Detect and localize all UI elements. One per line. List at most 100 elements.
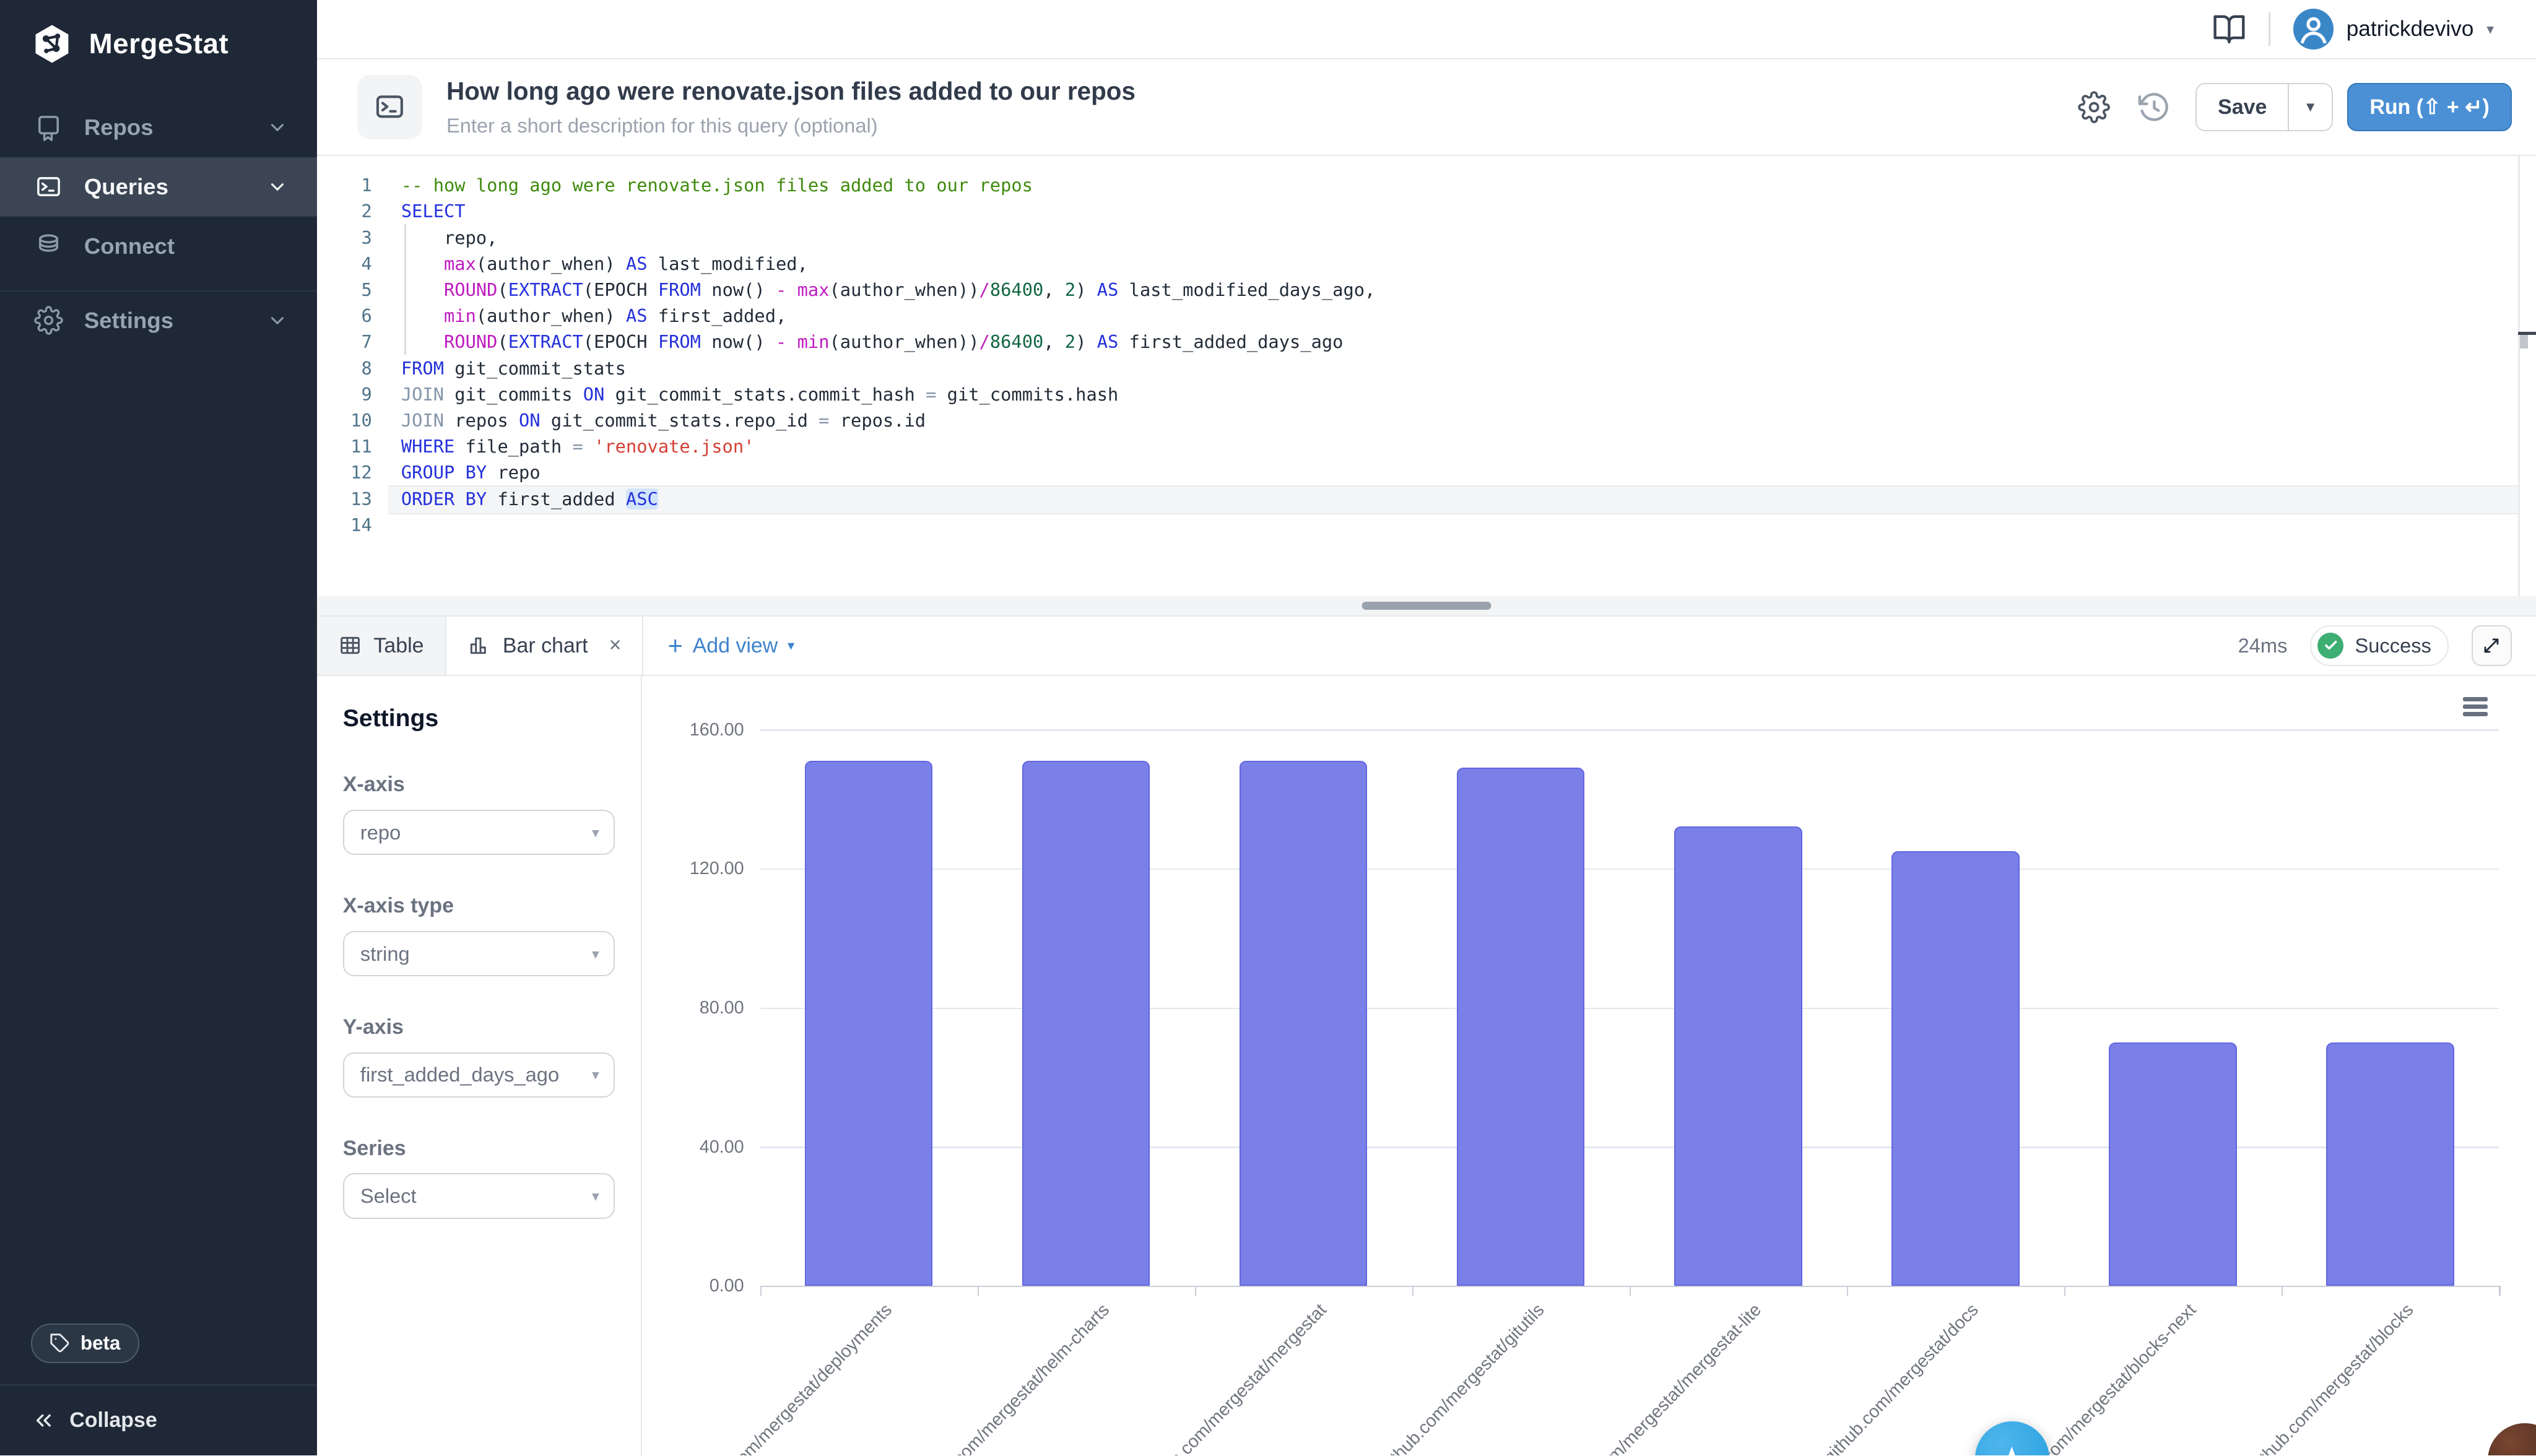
panel-resize-handle[interactable]	[317, 596, 2536, 617]
query-description-input[interactable]: Enter a short description for this query…	[446, 114, 2078, 137]
line-number: 14	[317, 512, 372, 538]
sidebar-item-connect[interactable]: Connect	[0, 216, 317, 275]
bar[interactable]	[1022, 761, 1150, 1286]
save-button-group: Save ▼	[2195, 83, 2333, 131]
drag-handle-pill[interactable]	[1362, 602, 1492, 610]
bar[interactable]	[1674, 826, 1802, 1285]
query-settings-gear-icon[interactable]	[2078, 91, 2110, 123]
sidebar-item-label: Repos	[84, 115, 154, 141]
tab-table[interactable]: Table	[317, 617, 446, 675]
x-axis-category-label: github.com/mergestat/deployments	[690, 1300, 897, 1455]
status-badge: Success	[2310, 625, 2449, 665]
code-line: repo,	[401, 225, 1376, 251]
logo[interactable]: MergeStat	[0, 0, 317, 87]
bar[interactable]	[1891, 851, 2019, 1286]
code-line: -- how long ago were renovate.json files…	[401, 172, 1376, 198]
field-y-axis: Y-axis first_added_days_ago ▾	[343, 1015, 615, 1098]
sidebar-item-repos[interactable]: Repos	[0, 98, 317, 157]
run-query-button[interactable]: Run (⇧ + ↵)	[2347, 83, 2511, 131]
bar[interactable]	[2326, 1042, 2454, 1286]
x-axis-tick	[1412, 1286, 1414, 1296]
x-axis-category-label: github.com/mergestat/mergestat	[1139, 1300, 1331, 1455]
close-tab-icon[interactable]: ×	[609, 635, 622, 656]
add-view-button[interactable]: + Add view ▾	[668, 617, 795, 675]
double-chevron-left-icon	[31, 1408, 55, 1432]
status-label: Success	[2355, 634, 2431, 657]
x-axis-tick	[1630, 1286, 1631, 1296]
y-axis-tick-label: 40.00	[647, 1137, 744, 1158]
topbar: patrickdevivo ▾	[317, 0, 2536, 59]
sidebar-item-settings[interactable]: Settings	[0, 290, 317, 350]
series-select[interactable]: Select ▾	[343, 1173, 615, 1218]
tabbar-spacer	[794, 617, 2238, 675]
x-axis-category-label: github.com/mergestat/docs	[1820, 1300, 1983, 1455]
bar[interactable]	[1240, 761, 1367, 1286]
code-line: max(author_when) AS last_modified,	[401, 251, 1376, 277]
chat-launcher-button[interactable]	[1975, 1421, 2049, 1455]
sidebar-item-label: Connect	[84, 233, 175, 259]
topbar-divider	[2269, 12, 2270, 46]
y-axis-tick-label: 120.00	[647, 859, 744, 879]
query-title[interactable]: How long ago were renovate.json files ad…	[446, 77, 2078, 106]
sidebar: MergeStat Repos	[0, 0, 317, 1455]
beta-label: beta	[80, 1332, 120, 1354]
code-lines: -- how long ago were renovate.json files…	[401, 156, 1376, 596]
query-title-block: How long ago were renovate.json files ad…	[446, 77, 2078, 137]
y-axis-tick-label: 80.00	[647, 998, 744, 1018]
tab-bar-chart[interactable]: Bar chart ×	[446, 617, 644, 675]
sql-editor[interactable]: 1234567891011121314 -- how long ago were…	[317, 156, 2536, 596]
repo-book-icon	[34, 113, 63, 142]
bar[interactable]	[1457, 768, 1584, 1286]
x-axis-type-select[interactable]: string ▾	[343, 931, 615, 976]
docs-book-icon[interactable]	[2212, 12, 2246, 46]
collapse-label: Collapse	[69, 1408, 157, 1432]
bar[interactable]	[2109, 1042, 2236, 1286]
query-actions: Save ▼ Run (⇧ + ↵)	[2078, 83, 2512, 131]
field-x-axis-type: X-axis type string ▾	[343, 894, 615, 976]
database-icon	[34, 232, 63, 261]
code-line: ROUND(EXTRACT(EPOCH FROM now() - max(aut…	[401, 277, 1376, 303]
x-axis-tick	[1195, 1286, 1197, 1296]
gridline	[760, 729, 2499, 731]
save-button[interactable]: Save	[2197, 84, 2288, 130]
y-axis-select[interactable]: first_added_days_ago ▾	[343, 1052, 615, 1098]
code-line: WHERE file_path = 'renovate.json'	[401, 433, 1376, 459]
query-history-icon[interactable]	[2137, 90, 2171, 124]
select-value: first_added_days_ago	[360, 1063, 592, 1086]
bar[interactable]	[805, 761, 932, 1286]
line-number: 4	[317, 251, 372, 277]
save-options-caret[interactable]: ▼	[2288, 84, 2332, 130]
user-menu-caret-icon[interactable]: ▾	[2486, 20, 2494, 38]
x-axis-tick	[2064, 1286, 2066, 1296]
x-axis-category-label: github.com/mergestat/mergestat-lite	[1554, 1300, 1766, 1455]
select-caret-icon: ▾	[592, 1066, 599, 1083]
code-line: ORDER BY first_added ASC	[401, 486, 1376, 512]
select-caret-icon: ▾	[592, 824, 599, 841]
line-number: 7	[317, 329, 372, 355]
chart-settings-panel: Settings X-axis repo ▾ X-axis type strin…	[317, 676, 642, 1455]
expand-results-button[interactable]	[2472, 625, 2512, 665]
line-number: 8	[317, 355, 372, 381]
field-series: Series Select ▾	[343, 1137, 615, 1219]
terminal-icon	[34, 173, 63, 202]
username[interactable]: patrickdevivo	[2347, 17, 2474, 41]
avatar[interactable]	[2293, 9, 2334, 49]
editor-scrollbar-thumb[interactable]	[2520, 332, 2528, 349]
sidebar-item-queries[interactable]: Queries	[0, 157, 317, 216]
query-duration: 24ms	[2238, 634, 2288, 657]
gridline	[760, 1146, 2499, 1148]
x-axis-category-label: github.com/mergestat/gitutils	[1376, 1300, 1548, 1455]
main-content: patrickdevivo ▾ How long ago were renova…	[317, 0, 2536, 1455]
x-axis-tick	[1847, 1286, 1849, 1296]
line-number: 1	[317, 172, 372, 198]
code-line: ROUND(EXTRACT(EPOCH FROM now() - min(aut…	[401, 329, 1376, 355]
collapse-sidebar-button[interactable]: Collapse	[0, 1386, 317, 1455]
chart-menu-icon[interactable]	[2463, 697, 2487, 720]
editor-gutter: 1234567891011121314	[317, 156, 372, 596]
logo-text: MergeStat	[89, 28, 229, 60]
line-number: 9	[317, 381, 372, 407]
corner-widget[interactable]	[2488, 1423, 2536, 1455]
editor-scrollbar-track[interactable]	[2518, 156, 2520, 596]
x-axis-select[interactable]: repo ▾	[343, 810, 615, 855]
add-view-caret-icon: ▾	[788, 638, 794, 654]
